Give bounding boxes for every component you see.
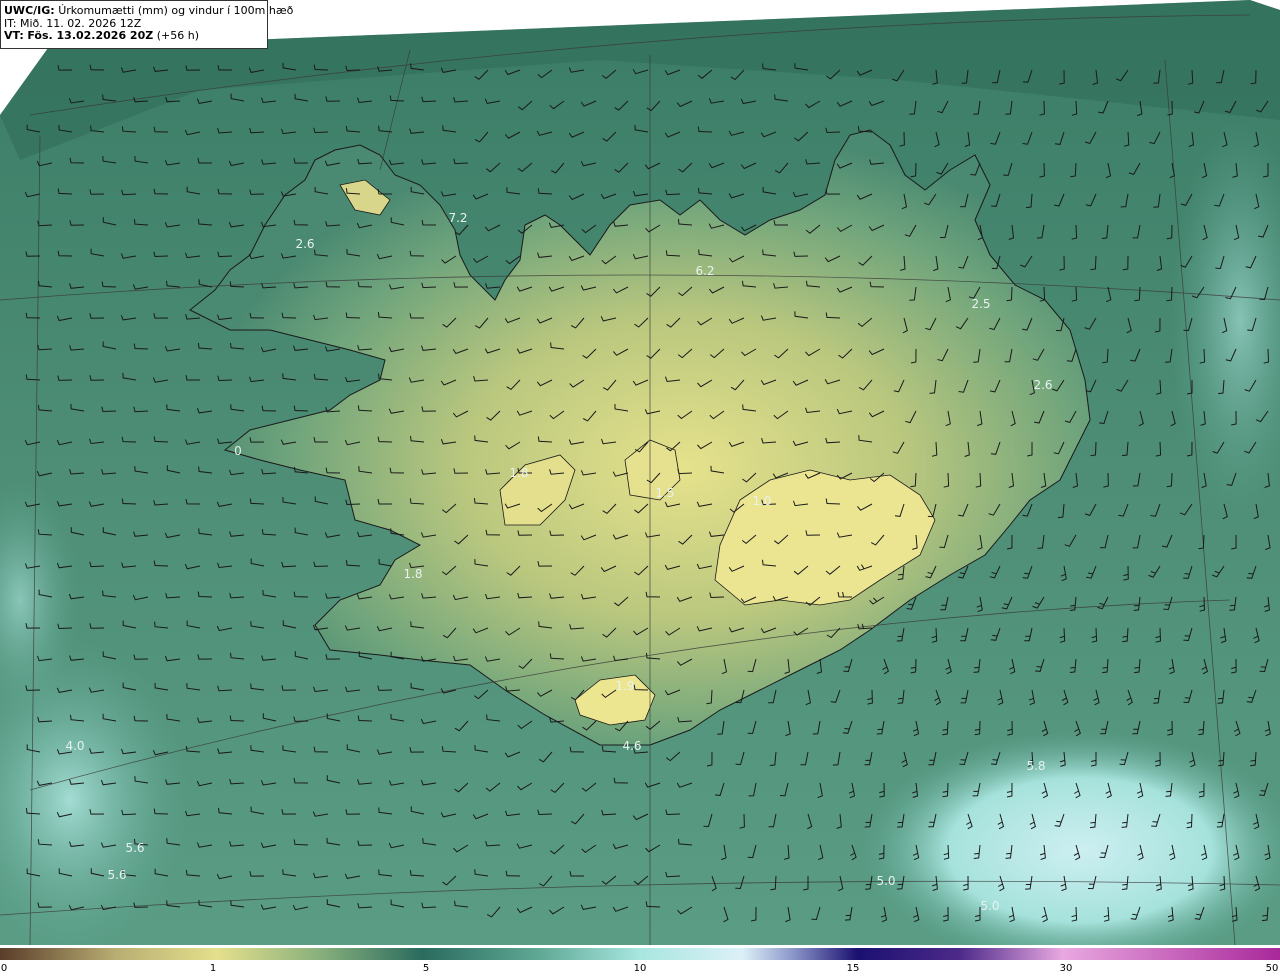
valid-time-label: VT: — [4, 29, 24, 42]
lead-time: (+56 h) — [156, 29, 199, 42]
precip-value-label: 0 — [234, 444, 242, 458]
precip-value-label: 5.0 — [876, 874, 895, 888]
scale-label: 5 — [422, 963, 430, 974]
scale-label: 0 — [0, 963, 8, 974]
precip-value-label: 1.8 — [509, 466, 528, 480]
valid-time: Fös. 13.02.2026 20Z — [27, 29, 154, 42]
scale-label: 50 — [1265, 963, 1279, 974]
scale-label: 1 — [209, 963, 217, 974]
precip-value-label: 5.6 — [125, 841, 144, 855]
map-title: Úrkomumætti (mm) og vindur í 100m hæð — [58, 4, 294, 17]
init-time-label: IT: — [4, 16, 17, 30]
scale-label: 30 — [1059, 963, 1073, 974]
color-scale-bar — [0, 948, 1280, 960]
model-name: UWC/IG: — [4, 4, 55, 17]
precipitation-wind-map: 7.2 2.6 6.2 2.5 2.6 0 1.8 1.5 1.0 1.9 1.8 4.6 5.8 5.6… — [0, 0, 1280, 945]
scale-label: 15 — [846, 963, 860, 974]
precip-value-label: 2.6 — [295, 237, 314, 251]
map-info-box: UWC/IG: Úrkomumætti (mm) og vindur í 100… — [0, 0, 293, 49]
precip-value-label: 5.6 — [107, 868, 126, 882]
precip-value-label: 1.0 — [752, 494, 771, 508]
precip-value-label: 4.0 — [65, 739, 84, 753]
precip-value-label: 1.5 — [655, 486, 674, 500]
precip-value-label: 4.6 — [622, 739, 641, 753]
precip-value-label: 2.5 — [971, 297, 990, 311]
precip-value-label: 6.2 — [695, 264, 714, 278]
precip-value-label: 2.6 — [1033, 378, 1052, 392]
scale-label: 10 — [633, 963, 647, 974]
precip-value-label: 1.9 — [615, 679, 634, 693]
precip-value-label: 7.2 — [448, 211, 467, 225]
init-time: Mið. 11. 02. 2026 12Z — [19, 16, 142, 30]
precip-value-label: 1.8 — [403, 567, 422, 581]
precip-value-label: 5.8 — [1026, 759, 1045, 773]
precip-value-label: 5.0 — [980, 899, 999, 913]
